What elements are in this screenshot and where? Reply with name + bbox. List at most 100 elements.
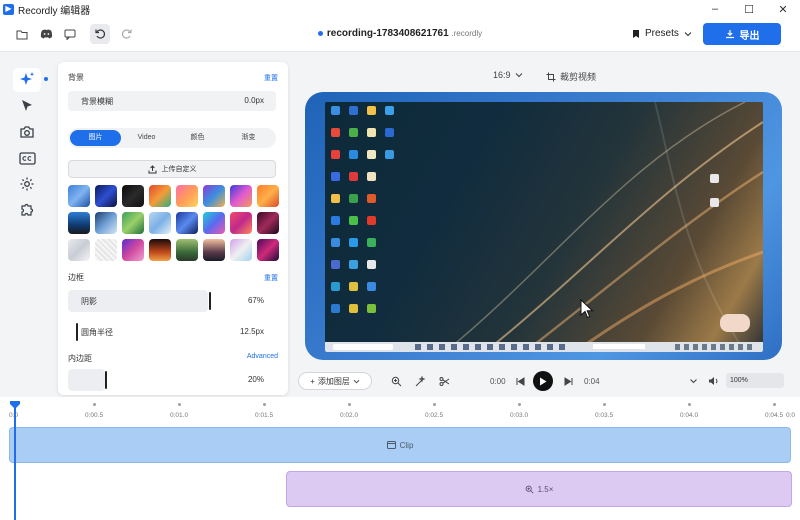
radius-slider[interactable]: 圆角半径 12.5px [68, 321, 276, 343]
wallpaper-swatch[interactable] [68, 212, 90, 234]
border-reset-link[interactable]: 重置 [264, 273, 278, 283]
wallpaper-swatch[interactable] [257, 239, 279, 261]
window-controls: – ☐ ✕ [698, 0, 800, 18]
desktop-app-icon [349, 238, 358, 247]
volume-icon[interactable] [707, 375, 719, 387]
presets-dropdown[interactable]: Presets [632, 28, 692, 39]
tab-video[interactable]: Video [121, 130, 172, 146]
minimize-button[interactable]: – [698, 0, 732, 18]
left-tool-rail [0, 52, 58, 435]
tick-label: 0:03.0 [510, 412, 529, 419]
mouse-cursor-icon [580, 299, 594, 319]
upload-custom-button[interactable]: 上传自定义 [68, 160, 276, 178]
desktop-app-icon [349, 282, 358, 291]
advanced-link[interactable]: Advanced [247, 353, 278, 360]
tick-label: 0:02.0 [340, 412, 359, 419]
captions-icon[interactable] [17, 148, 37, 168]
shadow-label: 阴影 [81, 297, 97, 306]
wallpaper-swatch[interactable] [149, 185, 171, 207]
tab-gradient[interactable]: 渐变 [223, 130, 274, 146]
wallpaper-swatch[interactable] [122, 239, 144, 261]
zoom-level-field[interactable]: 100% [726, 373, 784, 388]
padding-section-title: 内边距 [68, 354, 92, 363]
scissors-icon[interactable] [438, 375, 450, 387]
wallpaper-swatch[interactable] [122, 185, 144, 207]
video-clip-track[interactable]: Clip [9, 427, 791, 463]
wallpaper-swatch[interactable] [230, 212, 252, 234]
skip-back-icon[interactable] [514, 375, 526, 387]
tick-dot [348, 403, 351, 406]
wallpaper-swatch[interactable] [203, 185, 225, 207]
wallpaper-swatch[interactable] [203, 239, 225, 261]
wallpaper-swatch[interactable] [122, 212, 144, 234]
chevron-down-icon[interactable] [687, 375, 699, 387]
export-button[interactable]: 导出 [703, 23, 781, 45]
shadow-knob[interactable] [209, 292, 211, 310]
play-button[interactable] [533, 371, 553, 391]
magic-wand-icon[interactable] [414, 375, 426, 387]
tick-dot [433, 403, 436, 406]
wallpaper-swatch[interactable] [176, 239, 198, 261]
wallpaper-swatch[interactable] [149, 239, 171, 261]
wallpaper-swatch[interactable] [230, 185, 252, 207]
desktop-app-icon [385, 150, 394, 159]
desktop-app-icon [367, 106, 376, 115]
zoom-in-icon[interactable] [390, 375, 402, 387]
wallpaper-swatch[interactable] [176, 185, 198, 207]
close-button[interactable]: ✕ [766, 0, 800, 18]
add-layer-dropdown[interactable]: + 添加图层 [298, 372, 372, 390]
crop-video-button[interactable]: 裁剪视频 [546, 70, 596, 83]
wallpaper-swatch[interactable] [257, 185, 279, 207]
playhead[interactable] [14, 404, 16, 520]
taskbar-media-bar [593, 344, 645, 349]
mascot-sticker-image [720, 314, 750, 332]
bookmark-icon [633, 29, 639, 38]
desktop-app-icon [331, 106, 340, 115]
chevron-down-icon [353, 379, 360, 383]
tick-dot [93, 403, 96, 406]
padding-slider[interactable]: 20% [68, 369, 276, 391]
shadow-value: 67% [247, 296, 264, 305]
preview-canvas[interactable] [305, 92, 782, 360]
desktop-app-icon [367, 172, 376, 181]
skip-forward-icon[interactable] [562, 375, 574, 387]
maximize-button[interactable]: ☐ [732, 0, 766, 18]
desktop-app-icon [367, 128, 376, 137]
os-taskbar [325, 342, 763, 352]
aspect-ratio-dropdown[interactable]: 16:9 [493, 70, 523, 80]
puzzle-icon[interactable] [17, 200, 37, 220]
background-reset-link[interactable]: 重置 [264, 73, 278, 83]
desktop-app-icon [331, 282, 340, 291]
desktop-app-icon [385, 128, 394, 137]
timeline[interactable]: 0:0 0:00.5 0:01.0 0:01.5 0:02.0 0:02.5 0… [0, 397, 800, 520]
desktop-app-icon [349, 106, 358, 115]
app-logo-icon: ▶ [3, 3, 14, 15]
settings-icon[interactable] [17, 174, 37, 194]
wallpaper-swatch[interactable] [95, 239, 117, 261]
wallpaper-swatch[interactable] [203, 212, 225, 234]
padding-knob[interactable] [105, 371, 107, 389]
total-time: 0:04 [584, 377, 600, 386]
zoom-effect-track[interactable]: 1.5× [286, 471, 792, 507]
wallpaper-swatch[interactable] [68, 239, 90, 261]
wallpaper-swatch[interactable] [176, 212, 198, 234]
wallpaper-swatch[interactable] [68, 185, 90, 207]
wallpaper-swatch[interactable] [95, 212, 117, 234]
radius-knob[interactable] [76, 323, 78, 341]
blur-row[interactable]: 背景模糊 0.0px [68, 91, 276, 111]
wallpaper-swatch[interactable] [230, 239, 252, 261]
tick-dot [518, 403, 521, 406]
wallpaper-swatch[interactable] [95, 185, 117, 207]
camera-icon[interactable] [17, 122, 37, 142]
shadow-slider[interactable]: 阴影 67% [68, 290, 276, 312]
recorded-screen [325, 102, 763, 352]
tab-color[interactable]: 颜色 [172, 130, 223, 146]
magic-icon[interactable] [17, 70, 37, 90]
tab-image[interactable]: 图片 [70, 130, 121, 146]
desktop-app-icon [331, 260, 340, 269]
desktop-app-icon [349, 128, 358, 137]
wallpaper-swatch[interactable] [149, 212, 171, 234]
playhead-handle-icon[interactable] [10, 401, 20, 409]
wallpaper-swatch[interactable] [257, 212, 279, 234]
cursor-icon[interactable] [17, 96, 37, 116]
